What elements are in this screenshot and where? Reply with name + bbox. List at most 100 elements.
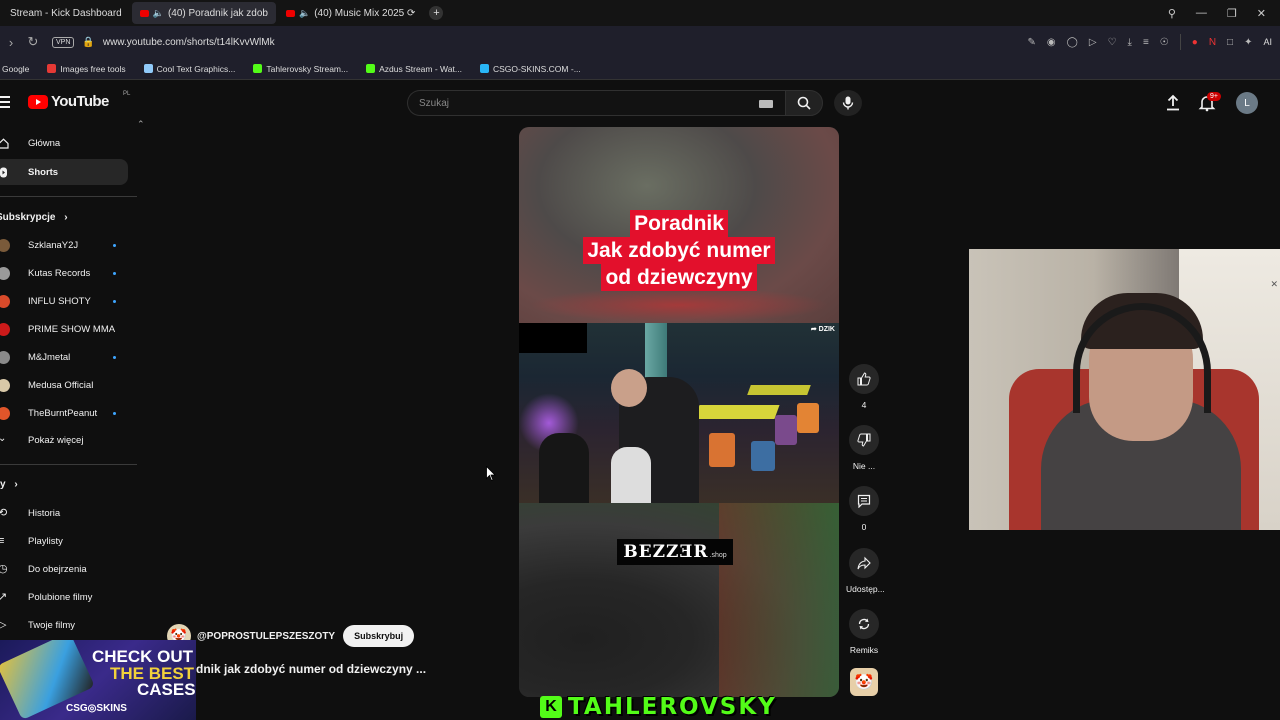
dislike-button[interactable]: Nie ... xyxy=(846,425,882,471)
ad-line: CHECK OUT xyxy=(92,647,194,666)
speaker-icon[interactable]: 🔈 xyxy=(299,8,310,19)
youtube-masthead: YouTube PL Szukaj 9+ L xyxy=(0,82,1280,124)
subscription-label: Medusa Official xyxy=(28,379,94,391)
bookmark-favicon-icon xyxy=(366,64,376,73)
close-icon: ✕ xyxy=(1270,279,1278,289)
extension-n-icon[interactable]: N xyxy=(1209,37,1216,48)
restore-icon[interactable]: ❐ xyxy=(1227,7,1237,20)
subscription-item[interactable]: Kutas Records xyxy=(0,260,128,286)
sidebar-item-playlist[interactable]: ≡ Playlisty xyxy=(0,528,128,554)
subscription-item[interactable]: TheBurntPeanut xyxy=(0,400,128,426)
heart-icon[interactable]: ♡ xyxy=(1108,37,1117,48)
sidebar-item-home[interactable]: Główna xyxy=(0,130,128,156)
like-button[interactable]: 4 xyxy=(846,364,882,410)
short-video-player[interactable]: Poradnik Jak zdobyć numer od dziewczyny … xyxy=(519,127,839,697)
tab-title: (40) Poradnik jak zdob xyxy=(167,7,268,19)
edit-icon[interactable]: ✎ xyxy=(1028,37,1036,48)
show-more-button[interactable]: ⌄ Pokaż więcej xyxy=(0,427,128,453)
bookmark-item[interactable]: Images free tools xyxy=(47,64,126,74)
ai-sparkle-icon[interactable]: ✦ xyxy=(1244,37,1252,48)
youtube-logo[interactable]: YouTube PL xyxy=(28,91,130,110)
remix-button[interactable]: Remiks xyxy=(846,609,882,655)
search-input[interactable]: Szukaj xyxy=(407,90,785,116)
forward-icon[interactable]: › xyxy=(0,35,22,50)
scene-barrel xyxy=(797,403,819,433)
search-button[interactable] xyxy=(785,90,823,116)
bookmark-item[interactable]: Azdus Stream - Wat... xyxy=(366,64,462,74)
ad-brand: CSG◎SKINS xyxy=(66,703,127,714)
channel-name[interactable]: @POPROSTULEPSZESZOTY xyxy=(197,631,335,642)
sidebar-item-label: Playlisty xyxy=(28,535,63,547)
subscribe-button[interactable]: Subskrybuj xyxy=(343,625,415,647)
lock-icon[interactable]: 🔒 xyxy=(82,37,94,48)
sponsor-name: BEZZƎR xyxy=(623,542,709,562)
sidebar-item-liked[interactable]: ↗ Polubione filmy xyxy=(0,584,128,610)
menu-icon[interactable]: ≡ xyxy=(1143,37,1149,48)
share-button[interactable]: Udostęp... xyxy=(846,548,885,594)
sidebar-item-your-videos[interactable]: ▷ Twoje filmy xyxy=(0,612,128,638)
ai-button[interactable]: AI xyxy=(1263,37,1272,47)
bookmark-item[interactable]: Google xyxy=(2,64,29,74)
tab-kick-dashboard[interactable]: Stream - Kick Dashboard xyxy=(2,2,130,24)
vpn-badge[interactable]: VPN xyxy=(52,36,75,48)
bookmark-favicon-icon xyxy=(143,64,153,73)
bookmark-label: Cool Text Graphics... xyxy=(156,63,236,74)
address-bar: › ↻ VPN 🔒 www.youtube.com/shorts/t14lKvv… xyxy=(0,26,1280,58)
ad-line: CASES xyxy=(137,680,196,699)
sidebar-divider xyxy=(0,464,137,465)
profile-icon[interactable]: ☉ xyxy=(1160,37,1169,48)
shield-icon[interactable]: ◯ xyxy=(1067,37,1078,48)
close-window-icon[interactable]: ✕ xyxy=(1257,7,1266,20)
search-icon xyxy=(797,96,811,110)
download-icon[interactable]: ⤓ xyxy=(1128,37,1132,48)
sidebar-item-shorts[interactable]: Shorts xyxy=(0,159,128,185)
subscription-item[interactable]: INFLU SHOTY xyxy=(0,288,128,314)
reload-icon[interactable]: ↻ xyxy=(22,34,44,50)
upload-icon[interactable] xyxy=(1164,94,1182,112)
subscription-item[interactable]: M&Jmetal xyxy=(0,344,128,370)
bookmark-item[interactable]: CSGO-SKINS.COM -... xyxy=(479,63,581,74)
subscription-item[interactable]: Medusa Official xyxy=(0,372,128,398)
subscription-item[interactable]: PRIME SHOW MMA xyxy=(0,316,128,342)
scene-person xyxy=(611,447,651,503)
you-header[interactable]: y › xyxy=(0,479,18,490)
region-code: PL xyxy=(123,91,131,97)
new-tab-button[interactable]: + xyxy=(429,6,444,20)
mouse-cursor-icon xyxy=(486,466,496,482)
short-channel-row: 🤡 @POPROSTULEPSZESZOTY Subskrybuj xyxy=(167,624,415,648)
collapse-caret-icon[interactable]: ⌃ xyxy=(137,119,145,130)
player-icon[interactable]: ▷ xyxy=(1089,37,1097,48)
sidebar-item-watch-later[interactable]: ◷ Do obejrzenia xyxy=(0,556,128,582)
sound-source-avatar[interactable]: 🤡 xyxy=(850,668,878,696)
minimize-icon[interactable]: — xyxy=(1196,7,1207,19)
show-more-label: Pokaż więcej xyxy=(28,434,84,446)
url-field[interactable]: www.youtube.com/shorts/t14lKvvWlMk xyxy=(103,37,275,48)
subscription-item[interactable]: SzklanaY2J xyxy=(0,232,128,258)
dislike-icon xyxy=(857,433,871,447)
bookmark-label: CSGO-SKINS.COM -... xyxy=(492,63,581,74)
tab-poradnik[interactable]: 🔈 (40) Poradnik jak zdob xyxy=(131,2,276,24)
subscriptions-header[interactable]: Subskrypcje › xyxy=(0,212,68,223)
bookmark-item[interactable]: Cool Text Graphics... xyxy=(143,63,236,74)
account-avatar[interactable]: L xyxy=(1236,92,1258,114)
speaker-icon[interactable]: 🔈 xyxy=(153,8,164,19)
tab-music-mix[interactable]: 🔈 (40) Music Mix 2025 ⟳ xyxy=(278,2,423,24)
bookmark-item[interactable]: Tahlerovsky Stream... xyxy=(253,64,348,74)
channel-avatar xyxy=(0,406,10,420)
extension-cube-icon[interactable]: □ xyxy=(1227,37,1233,48)
redaction-box xyxy=(519,323,587,353)
hamburger-menu-icon[interactable] xyxy=(0,96,10,111)
comments-button[interactable]: 0 xyxy=(846,486,882,532)
scene-table xyxy=(747,385,811,395)
keyboard-icon[interactable] xyxy=(759,100,773,108)
tab-title: Stream - Kick Dashboard xyxy=(10,7,122,19)
voice-search-button[interactable] xyxy=(834,90,862,116)
video-scene: ➦ DZIK xyxy=(519,323,839,503)
share-label: Udostęp... xyxy=(846,584,885,594)
short-title[interactable]: dnik jak zdobyć numer od dziewczyny ... xyxy=(196,662,426,676)
sidebar-item-history[interactable]: ⟲ Historia xyxy=(0,500,128,526)
extension-icon[interactable]: ● xyxy=(1192,37,1198,48)
microphone-icon xyxy=(842,96,854,110)
camera-icon[interactable]: ◉ xyxy=(1047,37,1056,48)
tab-search-icon[interactable]: ⚲ xyxy=(1168,7,1176,20)
